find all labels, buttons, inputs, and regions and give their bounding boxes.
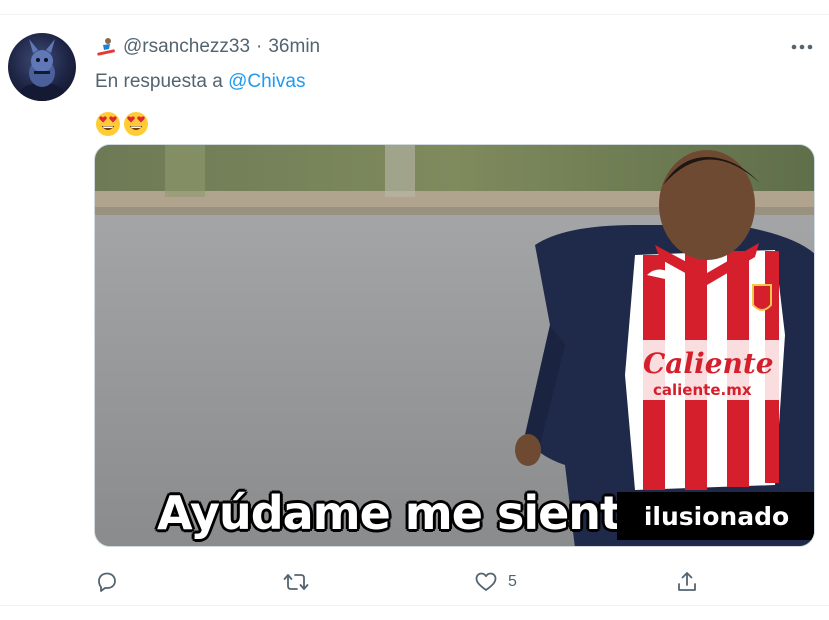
- jersey-sponsor-url: caliente.mx: [653, 381, 752, 399]
- jersey-sponsor: Caliente: [643, 347, 774, 380]
- reply-icon: [98, 572, 116, 592]
- retweet-button[interactable]: [283, 567, 319, 597]
- heart-icon: [475, 572, 497, 591]
- share-icon: [678, 572, 696, 591]
- like-count: 5: [508, 573, 517, 590]
- smiling-face-with-heart-eyes-icon: [96, 112, 120, 136]
- like-button[interactable]: 5: [474, 567, 517, 597]
- snowboarder-icon: [95, 36, 117, 58]
- avatar[interactable]: [8, 33, 76, 101]
- more-options-button[interactable]: [789, 37, 815, 57]
- separator-dot: ·: [256, 36, 263, 57]
- tweet-media[interactable]: Caliente caliente.mx Ayúdame me siento i…: [94, 144, 815, 547]
- smiling-face-with-heart-eyes-icon: [124, 112, 148, 136]
- tweet-timestamp[interactable]: 36min: [268, 36, 320, 58]
- author-handle[interactable]: @rsanchezz33: [123, 36, 250, 58]
- tweet[interactable]: @rsanchezz33 · 36min En respuesta a @Chi…: [0, 14, 829, 606]
- share-button[interactable]: [675, 567, 709, 597]
- meme-caption-tag: ilusionado: [617, 492, 814, 540]
- more-options-icon: [791, 44, 813, 50]
- reply-button[interactable]: [95, 567, 129, 597]
- retweet-icon: [283, 574, 309, 590]
- tweet-actions: 5: [0, 567, 829, 597]
- meme-caption: Ayúdame me siento: [157, 486, 653, 540]
- tweet-header: @rsanchezz33 · 36min: [95, 35, 320, 59]
- reply-mention-link[interactable]: @Chivas: [228, 71, 305, 92]
- avatar-character-icon: [20, 39, 64, 101]
- tweet-text: [95, 111, 149, 137]
- reply-prefix: En respuesta a: [95, 71, 229, 92]
- reply-context: En respuesta a @Chivas: [95, 71, 305, 93]
